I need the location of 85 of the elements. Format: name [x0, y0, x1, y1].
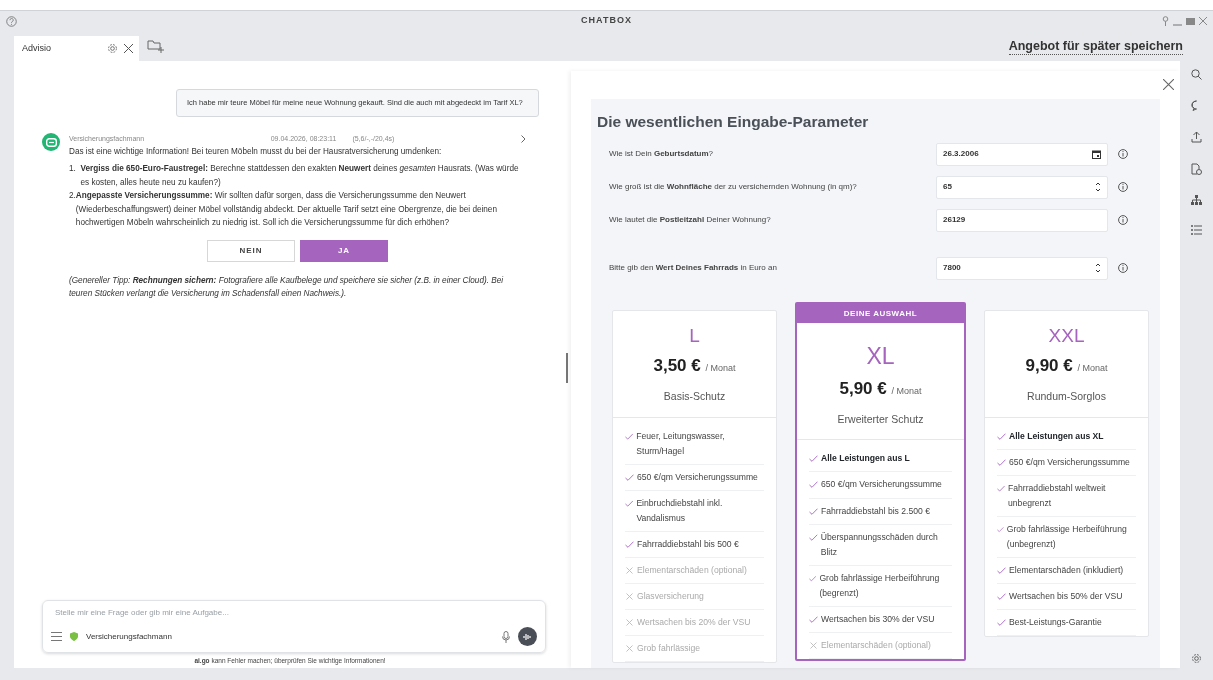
field-label: Wie groß ist die Wohnfläche der zu versichernden Wohnung (in qm)?: [609, 181, 858, 194]
assistant-selector[interactable]: Versicherungsfachmann: [86, 630, 172, 643]
list-item: Vergiss die 650-Euro-Faustregel: Berechne stattdessen den exakten Neuwert deines gesamten Hausrats. (Was würde es kosten, alles heute neu zu kaufen?): [80, 163, 520, 189]
feature-text: 650 €/qm Versicherungssumme: [1009, 455, 1130, 469]
plan-card[interactable]: [795, 301, 966, 661]
plan-subtitle: Erweiterter Schutz: [836, 411, 925, 427]
input-field[interactable]: 26.3.2006: [936, 142, 1108, 166]
chevron-right-icon[interactable]: [521, 134, 526, 143]
spinner-icon[interactable]: [1095, 262, 1101, 275]
price-unit: / Monat: [1077, 363, 1108, 374]
decline-button[interactable]: NEIN: [207, 239, 295, 262]
feature-text: Grob fahrlässige: [637, 641, 701, 655]
calendar-icon[interactable]: [1092, 149, 1101, 159]
input-field[interactable]: 7800: [936, 256, 1108, 280]
feature-text: 650 €/qm Versicherungssumme: [637, 470, 758, 484]
price-unit: / Monat: [705, 363, 736, 374]
price-unit: / Monat: [891, 386, 922, 397]
assistant-avatar: [42, 133, 60, 151]
upload-icon[interactable]: [1191, 131, 1202, 143]
confirm-button[interactable]: JA: [300, 239, 388, 262]
settings-icon[interactable]: [107, 43, 118, 54]
feature-text: Alle Leistungen aus XL: [1009, 429, 1104, 443]
input-field[interactable]: 65: [936, 175, 1108, 199]
plan-name: XL: [865, 342, 896, 371]
list-icon[interactable]: [1191, 225, 1202, 235]
feature-text: Grob fahrlässige Herbeiführung (unbegrenzt): [1006, 522, 1128, 551]
feature-text: Glasversicherung: [637, 589, 704, 603]
feature-text: Fahrraddiebstahl bis 2.500 €: [821, 504, 930, 518]
plan-subtitle: Basis-Schutz: [662, 388, 727, 404]
price: 9,90 €: [1025, 356, 1073, 376]
feature-text: Alle Leistungen aus L: [821, 452, 910, 466]
save-offer-link[interactable]: Angebot für später speichern: [1008, 40, 1183, 55]
selection-badge: DEINE AUSWAHL: [797, 303, 964, 323]
input-field[interactable]: 26129: [936, 208, 1108, 232]
feature-text: Wertsachen bis 30% der VSU: [821, 612, 935, 626]
price: 3,50 €: [653, 356, 701, 376]
feature-text: Elementarschäden (optional): [637, 563, 747, 577]
feature-text: Wertsachen bis 50% der VSU: [1009, 589, 1123, 603]
field-label: Wie lautet die Postleitzahl Deiner Wohnung?: [609, 214, 772, 227]
new-folder-icon[interactable]: [147, 40, 165, 53]
feature-text: Elementarschäden (optional): [821, 638, 931, 652]
message-composer[interactable]: Stelle mir eine Frage oder gib mir eine Aufgabe... Versicherungsfachmann: [42, 600, 546, 654]
list-number: 2.: [69, 190, 76, 203]
feature-text: Einbruchdiebstahl inkl. Vandalismus: [636, 496, 724, 525]
field-label: Bitte gib den Wert Deines Fahrrads in Euro an: [609, 262, 778, 275]
settings-icon[interactable]: [1191, 653, 1202, 664]
price: 5,90 €: [839, 379, 887, 399]
help-icon[interactable]: [6, 15, 17, 27]
close-button[interactable]: [1163, 79, 1174, 90]
plan-name: XXL: [1047, 324, 1086, 348]
info-icon[interactable]: [1118, 263, 1128, 274]
menu-icon[interactable]: [51, 632, 62, 642]
pin-icon[interactable]: [1162, 16, 1169, 26]
info-icon[interactable]: [1118, 215, 1128, 226]
message-text: Das ist eine wichtige Information! Bei teuren Möbeln musst du bei der Hausratversicherung umdenken:: [69, 145, 443, 158]
tab[interactable]: Advisio: [14, 36, 139, 61]
maximize-icon[interactable]: [1186, 17, 1195, 25]
feature-text: Fahrraddiebstahl weltweit unbegrenzt: [1008, 481, 1107, 510]
info-icon[interactable]: [1118, 182, 1128, 193]
close-icon[interactable]: [124, 44, 133, 53]
resize-handle[interactable]: [566, 353, 568, 383]
document-clock-icon[interactable]: [1191, 163, 1202, 175]
feature-text: Fahrraddiebstahl bis 500 €: [637, 537, 739, 551]
feature-text: Feuer, Leitungswasser, Sturm/Hagel: [636, 429, 726, 458]
plan-subtitle: Rundum-Sorglos: [1026, 388, 1107, 404]
feature-text: Best-Leistungs-Garantie: [1009, 615, 1102, 629]
search-icon[interactable]: [1191, 69, 1202, 80]
microphone-icon[interactable]: [502, 630, 510, 643]
feature-text: 650 €/qm Versicherungssumme: [821, 478, 942, 492]
plan-name: L: [688, 324, 701, 348]
feature-text: Elementarschäden (inkludiert): [1009, 563, 1124, 577]
feature-text: Grob fahrlässige Herbeiführung (begrenzt): [819, 571, 941, 600]
list-number: 1.: [69, 163, 77, 176]
voice-button[interactable]: [518, 627, 537, 647]
waveform-icon: [523, 632, 532, 641]
hierarchy-icon[interactable]: [1191, 195, 1202, 205]
feature-text: Wertsachen bis 20% der VSU: [637, 615, 751, 629]
info-icon[interactable]: [1118, 149, 1128, 160]
spinner-icon[interactable]: [1095, 181, 1101, 194]
field-label: Wie ist Dein Geburtsdatum?: [609, 148, 715, 161]
tip-text: (Genereller Tipp: Rechnungen sichern: Fotografiere alle Kaufbelege und speichere sie sicher (z.B. in einer Cloud). Bei teuren Stücken verlangt die Versicherung im Schadensfall einen Nachweis.).: [69, 274, 505, 301]
shield-icon: [70, 632, 78, 642]
section-title: Die wesentlichen Eingabe-Parameter: [597, 113, 870, 132]
window-title: CHATBOX: [581, 14, 632, 28]
feature-text: Überspannungsschäden durch Blitz: [820, 530, 939, 559]
